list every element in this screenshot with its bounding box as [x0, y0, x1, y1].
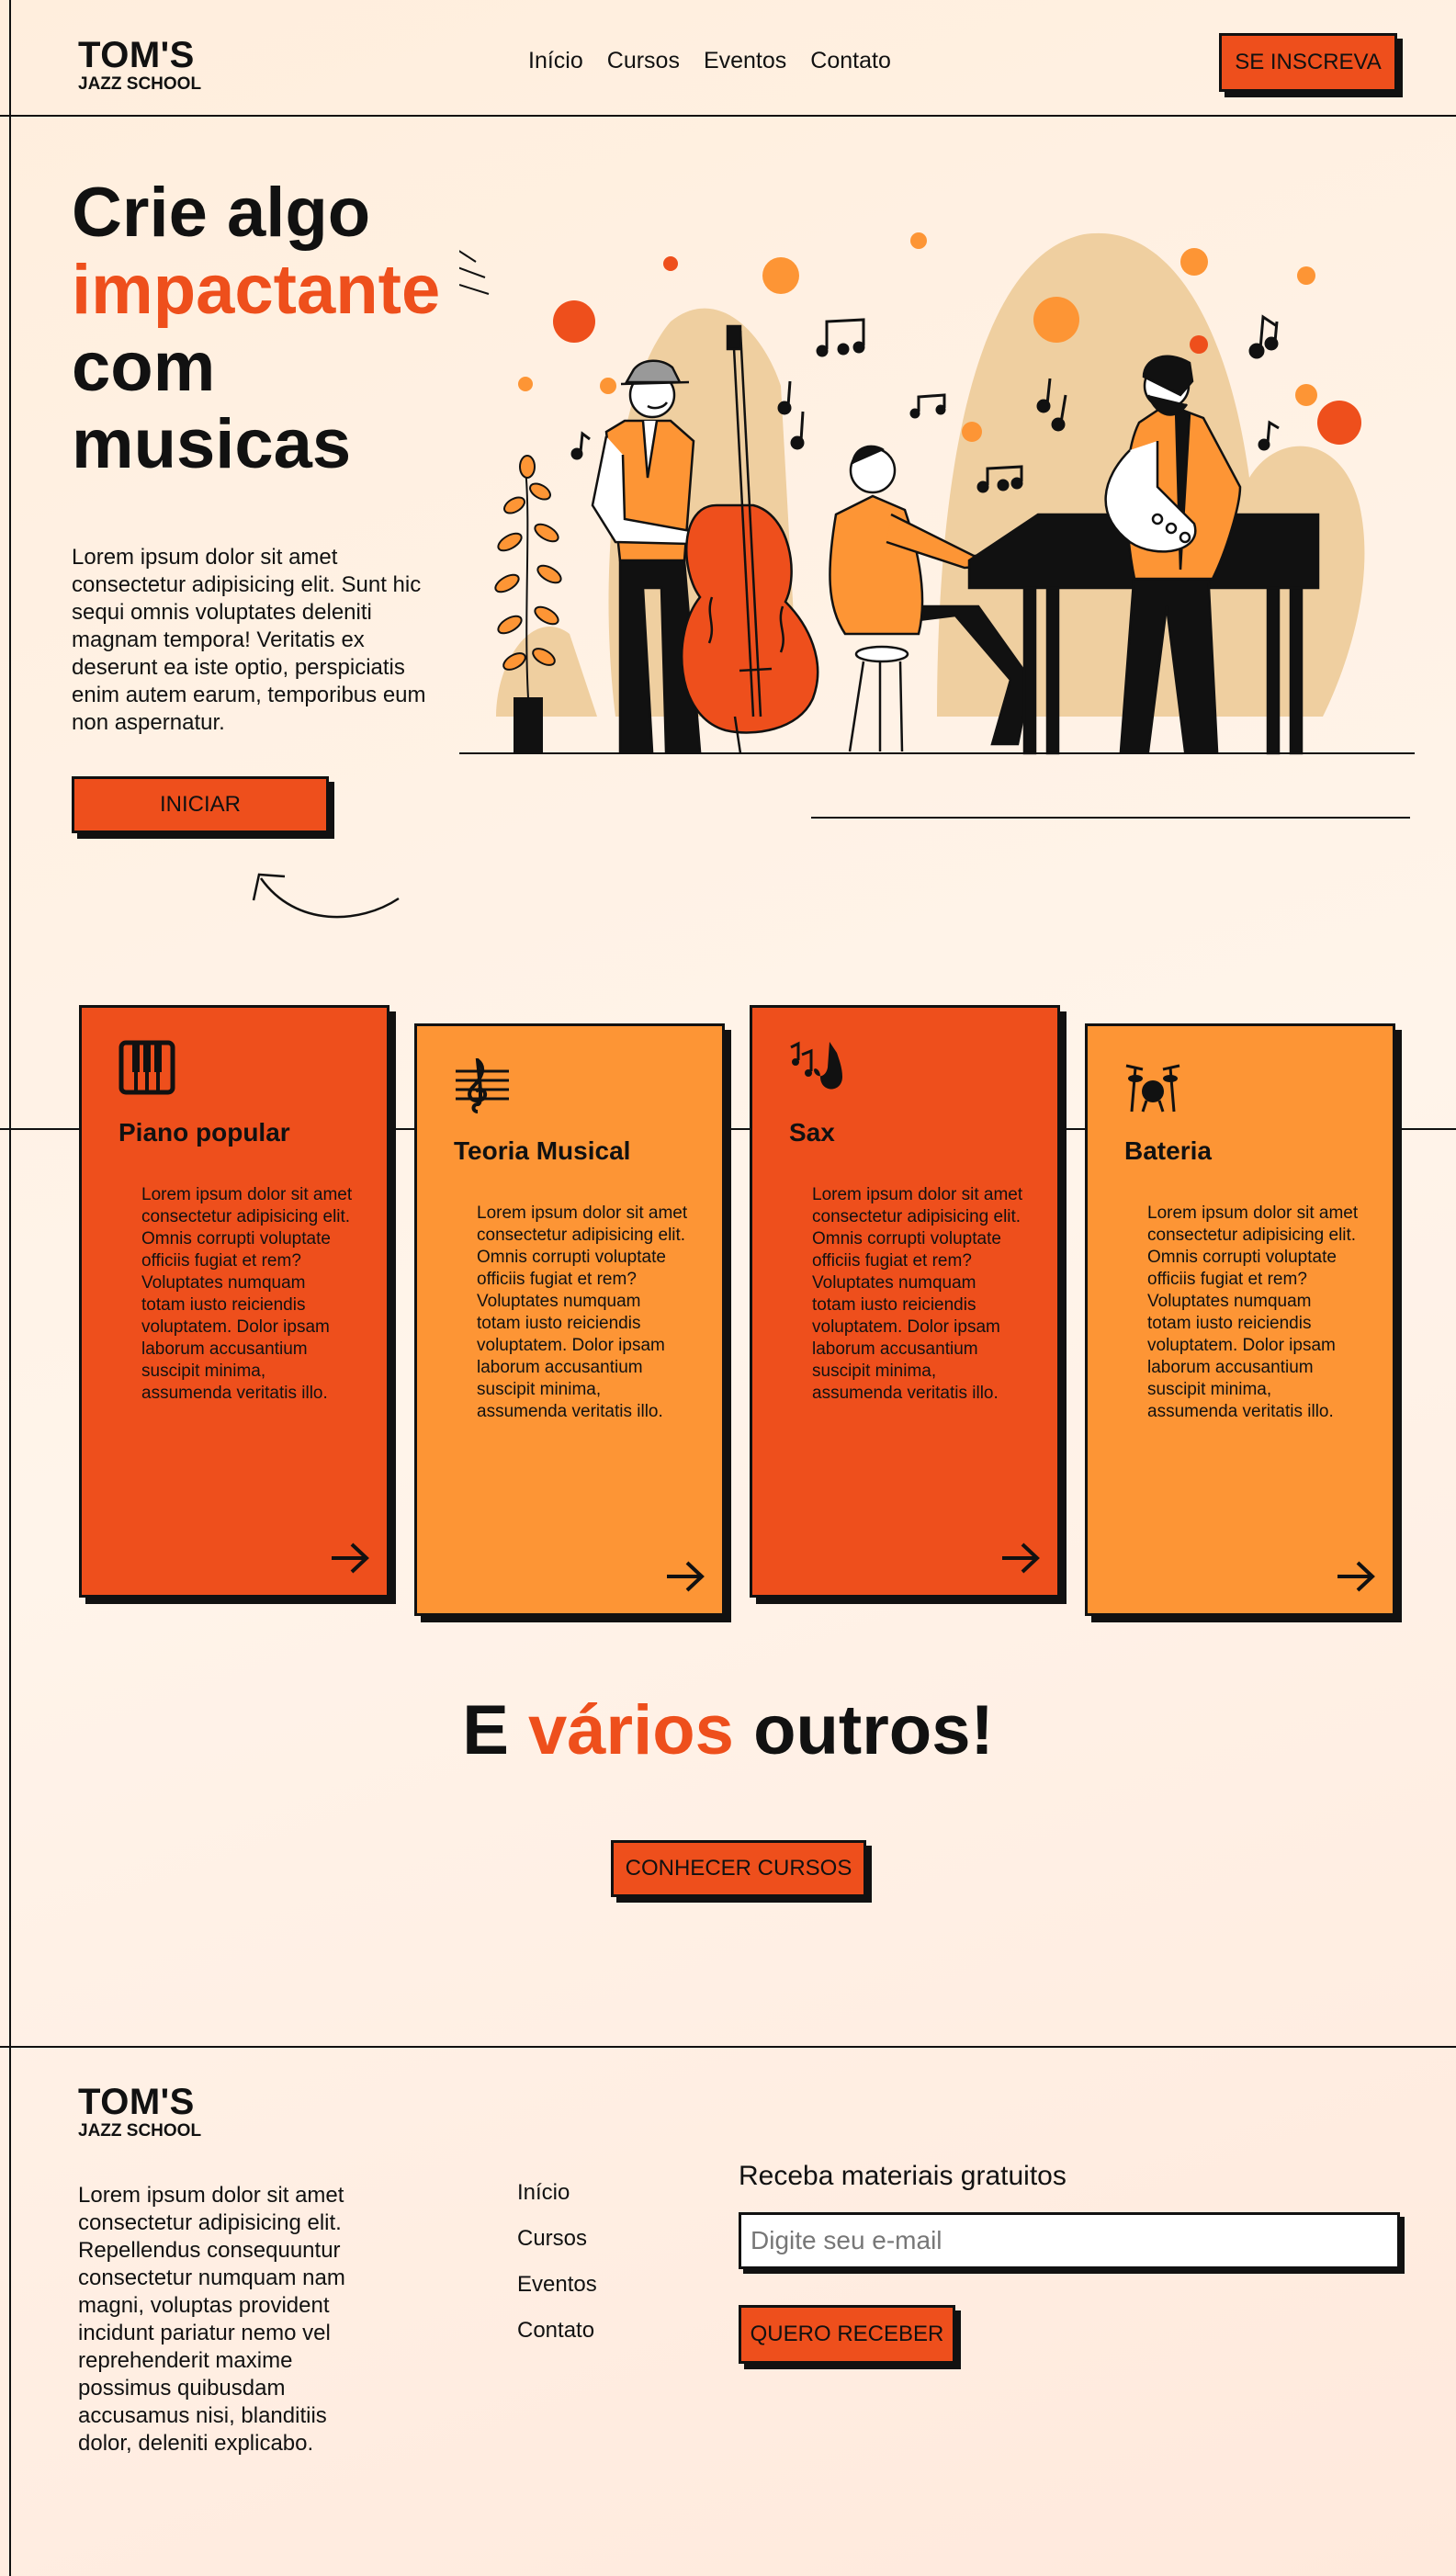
course-title: Sax: [789, 1118, 835, 1147]
course-description: Lorem ipsum dolor sit amet consectetur a…: [141, 1185, 353, 1403]
hero-description: Lorem ipsum dolor sit amet consectetur a…: [72, 545, 426, 735]
nav-item-contato[interactable]: Contato: [810, 48, 891, 74]
decorative-line: [811, 817, 1410, 819]
subscribe-button[interactable]: QUERO RECEBER: [739, 2305, 955, 2364]
footer-nav: Início Cursos Eventos Contato: [517, 2180, 597, 2364]
logo-tagline: JAZZ SCHOOL: [78, 74, 202, 94]
course-title: Bateria: [1124, 1136, 1212, 1165]
course-card-piano[interactable]: Piano popular Lorem ipsum dolor sit amet…: [79, 1005, 389, 1598]
footer-description: Lorem ipsum dolor sit amet consectetur a…: [78, 2183, 345, 2456]
hero-title-line1: Crie algo: [72, 174, 371, 252]
course-description: Lorem ipsum dolor sit amet consectetur a…: [812, 1185, 1023, 1403]
treble-clef-icon: [456, 1056, 509, 1113]
arrow-right-icon[interactable]: [330, 1542, 370, 1575]
footer-logo[interactable]: TOM'S JAZZ SCHOOL: [78, 2084, 201, 2140]
more-title-prefix: E: [462, 1691, 509, 1769]
footer-nav-cursos[interactable]: Cursos: [517, 2226, 597, 2252]
more-courses-title: E vários outros!: [0, 1690, 1456, 1770]
footer-logo-name: TOM'S: [78, 2082, 195, 2122]
footer-nav-eventos[interactable]: Eventos: [517, 2272, 597, 2298]
site-header: TOM'S JAZZ SCHOOL Início Cursos Eventos …: [0, 0, 1456, 117]
course-card-music-theory[interactable]: Teoria Musical Lorem ipsum dolor sit ame…: [414, 1023, 725, 1616]
nav-item-eventos[interactable]: Eventos: [704, 48, 786, 74]
course-description: Lorem ipsum dolor sit amet consectetur a…: [477, 1203, 688, 1421]
arrow-right-icon[interactable]: [1000, 1542, 1041, 1575]
drum-kit-icon: [1125, 1064, 1180, 1113]
hero-title-line4: musicas: [72, 405, 352, 483]
course-title: Teoria Musical: [454, 1136, 631, 1165]
nav-item-inicio[interactable]: Início: [528, 48, 583, 74]
signup-button[interactable]: SE INSCREVA: [1219, 33, 1397, 92]
hero-title-line3: com: [72, 328, 216, 406]
footer-divider: [0, 2046, 1456, 2048]
curved-arrow-doodle: [252, 873, 400, 919]
start-button[interactable]: INICIAR: [72, 776, 329, 833]
nav-item-cursos[interactable]: Cursos: [607, 48, 680, 74]
arrow-right-icon[interactable]: [665, 1560, 705, 1593]
course-description: Lorem ipsum dolor sit amet consectetur a…: [1147, 1203, 1359, 1421]
arrow-right-icon[interactable]: [1336, 1560, 1376, 1593]
footer-logo-tagline: JAZZ SCHOOL: [78, 2121, 202, 2141]
course-card-drums[interactable]: Bateria Lorem ipsum dolor sit amet conse…: [1085, 1023, 1395, 1616]
more-title-accent: vários: [528, 1691, 734, 1769]
main-nav: Início Cursos Eventos Contato: [528, 48, 891, 74]
hero-title: Crie algo impactante com musicas: [72, 175, 440, 483]
explore-courses-button[interactable]: CONHECER CURSOS: [611, 1840, 866, 1897]
newsletter-title: Receba materiais gratuitos: [739, 2161, 1067, 2191]
jazz-band-illustration: [459, 232, 1415, 755]
piano-keys-icon: [119, 1040, 175, 1095]
logo[interactable]: TOM'S JAZZ SCHOOL: [78, 37, 201, 93]
footer-nav-contato[interactable]: Contato: [517, 2318, 597, 2344]
footer-nav-inicio[interactable]: Início: [517, 2180, 597, 2206]
hero-title-accent: impactante: [72, 251, 441, 329]
course-title: Piano popular: [119, 1118, 290, 1147]
logo-name: TOM'S: [78, 35, 195, 75]
more-title-suffix: outros!: [753, 1691, 994, 1769]
saxophone-icon: [790, 1041, 842, 1090]
course-card-sax[interactable]: Sax Lorem ipsum dolor sit amet consectet…: [750, 1005, 1060, 1598]
email-field[interactable]: [739, 2212, 1400, 2269]
